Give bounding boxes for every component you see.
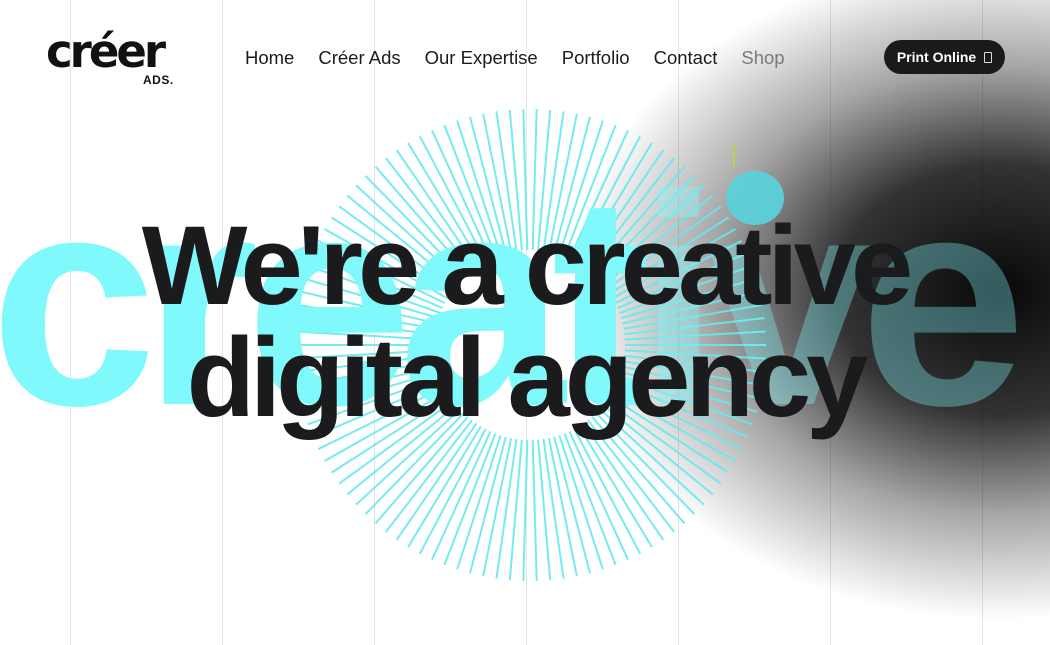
print-online-label: Print Online xyxy=(896,49,977,65)
nav-our-expertise[interactable]: Our Expertise xyxy=(425,47,538,69)
accent-tick xyxy=(733,143,735,167)
logo-subtext: ADS. xyxy=(143,73,174,87)
nav-shop[interactable]: Shop xyxy=(741,47,784,69)
bag-icon xyxy=(984,51,993,63)
print-online-button[interactable]: Print Online xyxy=(884,40,1005,74)
hero-stage: creative We're a creative digital agency xyxy=(0,0,1050,645)
brand-logo[interactable]: créer ADS. xyxy=(46,25,173,87)
nav-home[interactable]: Home xyxy=(245,47,294,69)
logo-wordmark: créer xyxy=(46,25,166,78)
nav-portfolio[interactable]: Portfolio xyxy=(562,47,630,69)
headline-line-2: digital agency xyxy=(186,315,869,440)
main-nav: Home Créer Ads Our Expertise Portfolio C… xyxy=(245,47,809,69)
nav-contact[interactable]: Contact xyxy=(654,47,718,69)
nav-creer-ads[interactable]: Créer Ads xyxy=(318,47,400,69)
hero-headline: We're a creative digital agency xyxy=(0,210,1050,434)
headline-line-1: We're a creative xyxy=(141,203,913,328)
